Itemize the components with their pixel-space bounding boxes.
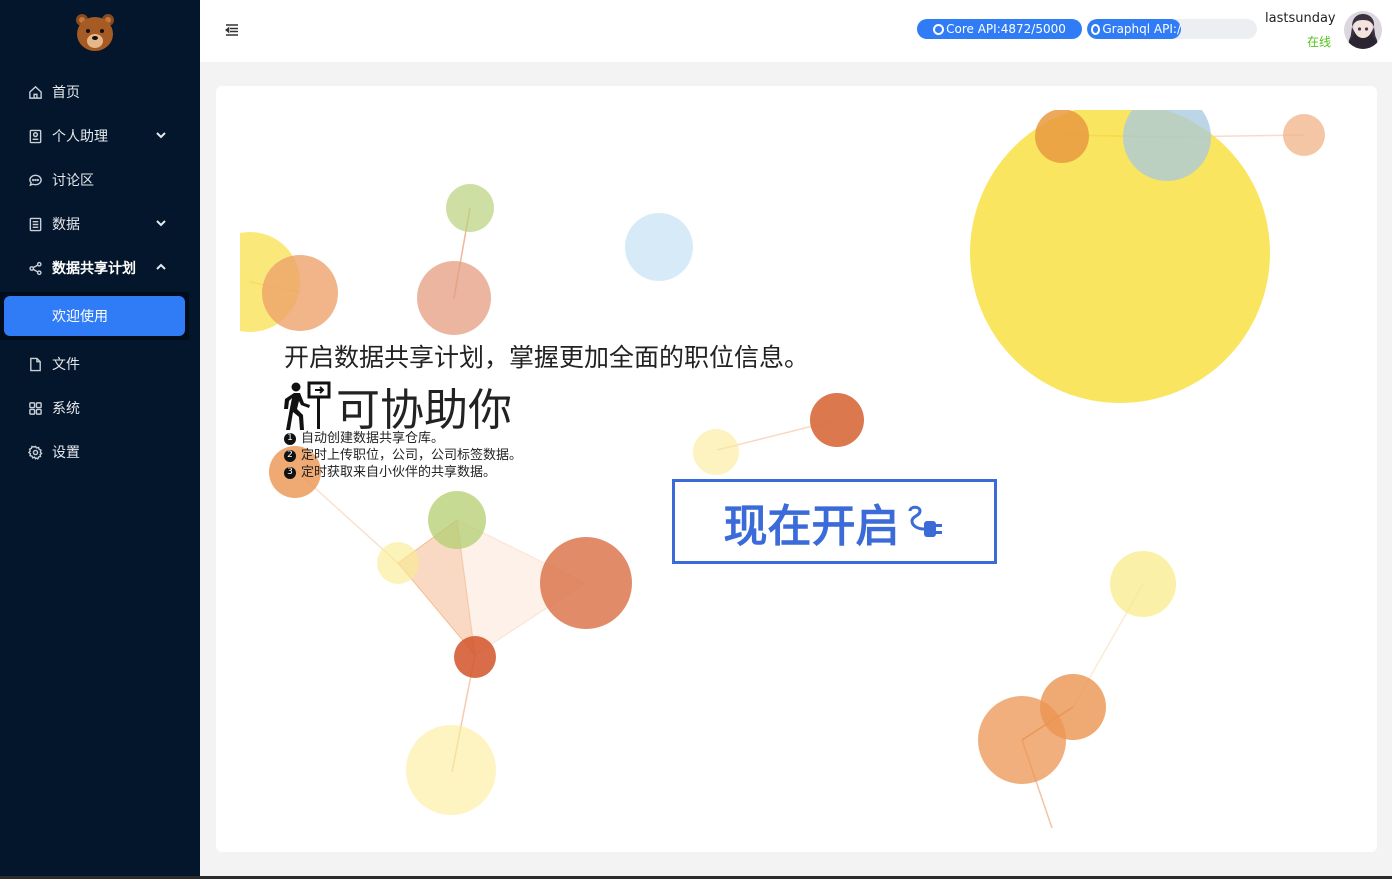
gear-icon bbox=[27, 444, 43, 460]
share-icon bbox=[27, 260, 43, 276]
assistant-icon bbox=[27, 128, 43, 144]
sidebar-item-assistant[interactable]: 个人助理 bbox=[0, 114, 200, 158]
sidebar-item-system[interactable]: 系统 bbox=[0, 386, 200, 430]
core-api-badge[interactable]: Core API:4872/5000 bbox=[917, 19, 1082, 39]
sidebar-item-settings[interactable]: 设置 bbox=[0, 430, 200, 474]
home-icon bbox=[27, 84, 43, 100]
step-text: 定时上传职位，公司，公司标签数据。 bbox=[301, 448, 523, 463]
sidebar-item-home[interactable]: 首页 bbox=[0, 70, 200, 114]
step-number: 3 bbox=[284, 466, 296, 479]
database-icon bbox=[27, 216, 43, 232]
sidebar-item-label: 讨论区 bbox=[52, 173, 94, 189]
step-text: 定时获取来自小伙伴的共享数据。 bbox=[301, 465, 497, 480]
feature-list: 1 自动创建数据共享仓库。 2 定时上传职位，公司，公司标签数据。 3 定时获取… bbox=[284, 430, 522, 481]
sidebar-item-label: 设置 bbox=[52, 445, 80, 461]
online-status: 在线 bbox=[1307, 35, 1332, 49]
username: lastsunday bbox=[1265, 11, 1336, 26]
welcome-stage: 开启数据共享计划，掌握更加全面的职位信息。 可协助你 1 自动创建数据共享仓库。… bbox=[240, 110, 1352, 828]
enable-now-label: 现在开启 bbox=[723, 500, 900, 552]
sidebar-item-label: 数据共享计划 bbox=[52, 261, 136, 277]
content-card: 开启数据共享计划，掌握更加全面的职位信息。 可协助你 1 自动创建数据共享仓库。… bbox=[216, 86, 1377, 852]
enable-now-button[interactable]: 现在开启 bbox=[672, 479, 997, 564]
top-header: Core API:4872/5000 Graphql API:/ lastsun… bbox=[200, 0, 1392, 62]
sidebar-item-label: 个人助理 bbox=[52, 129, 108, 145]
chat-icon bbox=[27, 172, 43, 188]
graphql-progress-fill: Graphql API:/ bbox=[1087, 19, 1181, 39]
sidebar: 首页 个人助理 讨论区 数据 数据共享计划 欢迎使用 文件 系统 设置 bbox=[0, 0, 200, 879]
sidebar-item-welcome[interactable]: 欢迎使用 bbox=[4, 296, 185, 336]
sidebar-item-data[interactable]: 数据 bbox=[0, 202, 200, 246]
step-number: 2 bbox=[284, 449, 296, 462]
step-text: 自动创建数据共享仓库。 bbox=[301, 431, 445, 446]
chevron-up-icon bbox=[155, 261, 169, 275]
sidebar-item-label: 首页 bbox=[52, 85, 80, 101]
github-icon bbox=[1091, 23, 1101, 35]
submenu: 欢迎使用 bbox=[0, 292, 189, 340]
graphql-api-label: Graphql API:/ bbox=[1102, 22, 1181, 36]
list-item: 1 自动创建数据共享仓库。 bbox=[284, 430, 522, 447]
person-with-sign-icon bbox=[284, 381, 331, 430]
bear-logo-icon bbox=[76, 14, 114, 51]
core-api-label: Core API:4872/5000 bbox=[946, 22, 1066, 36]
graphql-api-badge[interactable]: Graphql API:/ bbox=[1087, 19, 1257, 39]
sidebar-item-forum[interactable]: 讨论区 bbox=[0, 158, 200, 202]
plug-icon bbox=[908, 505, 942, 537]
file-icon bbox=[27, 356, 43, 372]
list-item: 3 定时获取来自小伙伴的共享数据。 bbox=[284, 464, 522, 481]
step-number: 1 bbox=[284, 432, 296, 445]
apps-icon bbox=[27, 400, 43, 416]
github-icon bbox=[933, 23, 945, 35]
sidebar-item-label: 文件 bbox=[52, 357, 80, 373]
avatar[interactable] bbox=[1344, 11, 1382, 49]
sidebar-item-data-sharing[interactable]: 数据共享计划 bbox=[0, 246, 200, 290]
collapse-menu-icon[interactable] bbox=[224, 22, 240, 38]
list-item: 2 定时上传职位，公司，公司标签数据。 bbox=[284, 447, 522, 464]
headline: 开启数据共享计划，掌握更加全面的职位信息。 bbox=[284, 343, 810, 372]
sidebar-item-label: 数据 bbox=[52, 217, 80, 233]
sidebar-item-label: 系统 bbox=[52, 401, 80, 417]
chevron-down-icon bbox=[155, 129, 169, 143]
subhead: 可协助你 bbox=[284, 374, 512, 438]
sidebar-item-files[interactable]: 文件 bbox=[0, 342, 200, 386]
chevron-down-icon bbox=[155, 217, 169, 231]
subhead-text: 可协助你 bbox=[336, 385, 512, 436]
